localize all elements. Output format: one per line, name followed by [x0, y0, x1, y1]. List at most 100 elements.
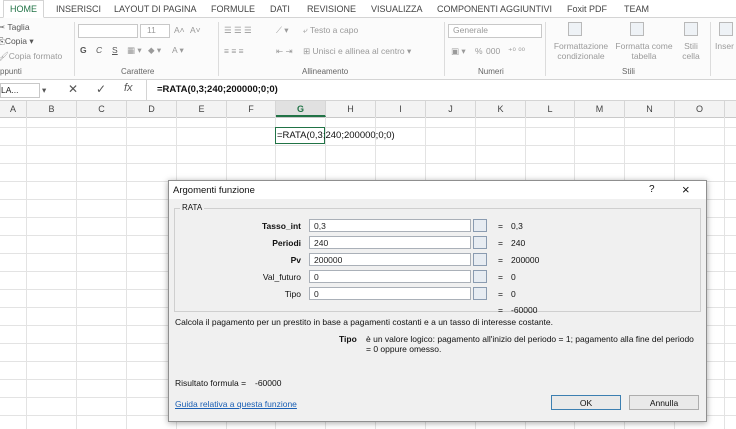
copy-button[interactable]: ⎘Copia ▾ [0, 36, 34, 47]
tab-team[interactable]: TEAM [624, 2, 649, 17]
tab-home[interactable]: HOME [3, 0, 44, 18]
indent-icon[interactable]: ⇤ ⇥ [276, 46, 293, 57]
group-separator [74, 22, 75, 76]
cancel-button[interactable]: Annulla [629, 395, 699, 410]
arg-input-periodi[interactable]: 240 [309, 236, 471, 249]
thousands-button[interactable]: 000 [486, 46, 500, 56]
column-header-m[interactable]: M [575, 101, 625, 117]
range-picker-icon[interactable] [473, 219, 487, 232]
currency-icon[interactable]: ▣ ▾ [451, 46, 466, 57]
group-alignment-label: Allineamento [302, 67, 349, 76]
fill-color-icon[interactable]: ◆ ▾ [148, 45, 161, 56]
wrap-text-icon: ⤶ [303, 25, 308, 35]
column-header-n[interactable]: N [625, 101, 675, 117]
column-header-b[interactable]: B [27, 101, 77, 117]
orientation-icon[interactable]: ⟋ ▾ [276, 25, 289, 36]
dialog-titlebar[interactable]: Argomenti funzione ? × [169, 181, 706, 199]
copy-label: Copia [4, 36, 28, 46]
align-top-icon[interactable]: ☰ ☰ ☰ [224, 25, 252, 36]
cell-styles-button[interactable]: Stili cella [678, 41, 704, 61]
font-name-select[interactable] [78, 24, 138, 38]
tab-componenti-aggiuntivi[interactable]: COMPONENTI AGGIUNTIVI [437, 2, 552, 17]
equals-sign: = [498, 272, 503, 282]
column-header-h[interactable]: H [326, 101, 376, 117]
shrink-font-icon[interactable]: A˅ [190, 25, 201, 35]
range-picker-icon[interactable] [473, 253, 487, 266]
merge-center-button[interactable]: ⊞ Unisci e allinea al centro ▾ [303, 46, 411, 57]
insert-cells-button[interactable]: Inser [715, 41, 734, 51]
tab-dati[interactable]: DATI [270, 2, 290, 17]
insert-function-icon[interactable]: fx [124, 82, 133, 94]
range-picker-icon[interactable] [473, 287, 487, 300]
column-header-o[interactable]: O [675, 101, 725, 117]
column-header-c[interactable]: C [77, 101, 127, 117]
confirm-entry-icon[interactable]: ✓ [96, 82, 106, 96]
decimal-icon[interactable]: ⁺⁰ ⁰⁰ [508, 46, 525, 57]
dialog-title: Argomenti funzione [173, 185, 255, 196]
conditional-format-button[interactable]: Formattazione condizionale [549, 41, 613, 61]
tab-foxit-pdf[interactable]: Foxit PDF [567, 2, 607, 17]
column-header-g[interactable]: G [276, 101, 326, 117]
group-font-label: Carattere [121, 67, 155, 76]
column-header-d[interactable]: D [127, 101, 177, 117]
border-icon[interactable]: ▦ ▾ [127, 45, 142, 56]
ribbon-tabs: HOME INSERISCI LAYOUT DI PAGINA FORMULE … [0, 0, 736, 18]
underline-button[interactable]: S [112, 45, 118, 55]
function-name: RATA [180, 203, 205, 212]
italic-button[interactable]: C [96, 45, 102, 55]
tab-revisione[interactable]: REVISIONE [307, 2, 356, 17]
align-left-icon[interactable]: ≡ ≡ ≡ [224, 46, 244, 56]
arg-label-pv: Pv [290, 255, 301, 265]
range-picker-icon[interactable] [473, 270, 487, 283]
arg-input-tasso-int[interactable]: 0,3 [309, 219, 471, 232]
wrap-text-button[interactable]: ⤶ Testo a capo [303, 25, 358, 36]
arg-input-pv[interactable]: 200000 [309, 253, 471, 266]
column-headers: A B C D E F G H I J K L M N O [0, 101, 736, 118]
column-header-i[interactable]: I [376, 101, 426, 117]
name-box[interactable]: LA... [0, 83, 40, 98]
cut-button[interactable]: ✂ Taglia [0, 22, 30, 33]
arg-label-periodi: Periodi [272, 238, 301, 248]
bold-button[interactable]: G [80, 45, 87, 55]
column-header-l[interactable]: L [526, 101, 575, 117]
column-header-f[interactable]: F [227, 101, 276, 117]
column-header-j[interactable]: J [426, 101, 476, 117]
equals-sign: = [498, 238, 503, 248]
tab-formule[interactable]: FORMULE [211, 2, 255, 17]
arg-result-tipo: 0 [511, 289, 516, 299]
font-size-select[interactable]: 11 [140, 24, 170, 38]
arg-label-tipo: Tipo [284, 289, 301, 299]
number-format-select[interactable]: Generale [448, 24, 542, 38]
active-cell-text: =RATA(0,3;240;200000;0;0) [277, 130, 395, 141]
grow-font-icon[interactable]: A˄ [174, 25, 185, 35]
equals-sign: = [498, 289, 503, 299]
tab-layout-di-pagina[interactable]: LAYOUT DI PAGINA [114, 2, 197, 17]
scissors-icon: ✂ [0, 22, 6, 32]
name-box-dropdown-icon[interactable]: ▾ [42, 85, 46, 96]
column-header-k[interactable]: K [476, 101, 526, 117]
format-painter-label: Copia formato [8, 51, 63, 61]
group-separator [710, 22, 711, 76]
percent-button[interactable]: % [475, 46, 483, 56]
formula-input[interactable]: =RATA(0,3;240;200000;0;0) [157, 84, 278, 95]
formula-result-value: -60000 [255, 378, 282, 388]
arg-input-val-futuro[interactable]: 0 [309, 270, 471, 283]
column-header-e[interactable]: E [177, 101, 227, 117]
format-painter-button[interactable]: 🖌Copia formato [0, 51, 62, 62]
equals-sign: = [498, 305, 503, 315]
format-as-table-button[interactable]: Formatta come tabella [612, 41, 676, 61]
tab-visualizza[interactable]: VISUALIZZA [371, 2, 423, 17]
ok-button[interactable]: OK [551, 395, 621, 410]
close-icon[interactable]: × [682, 182, 690, 197]
help-link[interactable]: Guida relativa a questa funzione [175, 399, 297, 409]
help-icon[interactable]: ? [649, 184, 655, 195]
tab-inserisci[interactable]: INSERISCI [56, 2, 101, 17]
insert-cells-icon [719, 22, 733, 36]
column-header-a[interactable]: A [0, 101, 27, 117]
cancel-entry-icon[interactable]: ✕ [68, 82, 78, 96]
font-color-icon[interactable]: A ▾ [172, 45, 184, 56]
arg-input-tipo[interactable]: 0 [309, 287, 471, 300]
range-picker-icon[interactable] [473, 236, 487, 249]
function-description: Calcola il pagamento per un prestito in … [175, 317, 554, 327]
conditional-format-icon [568, 22, 582, 36]
